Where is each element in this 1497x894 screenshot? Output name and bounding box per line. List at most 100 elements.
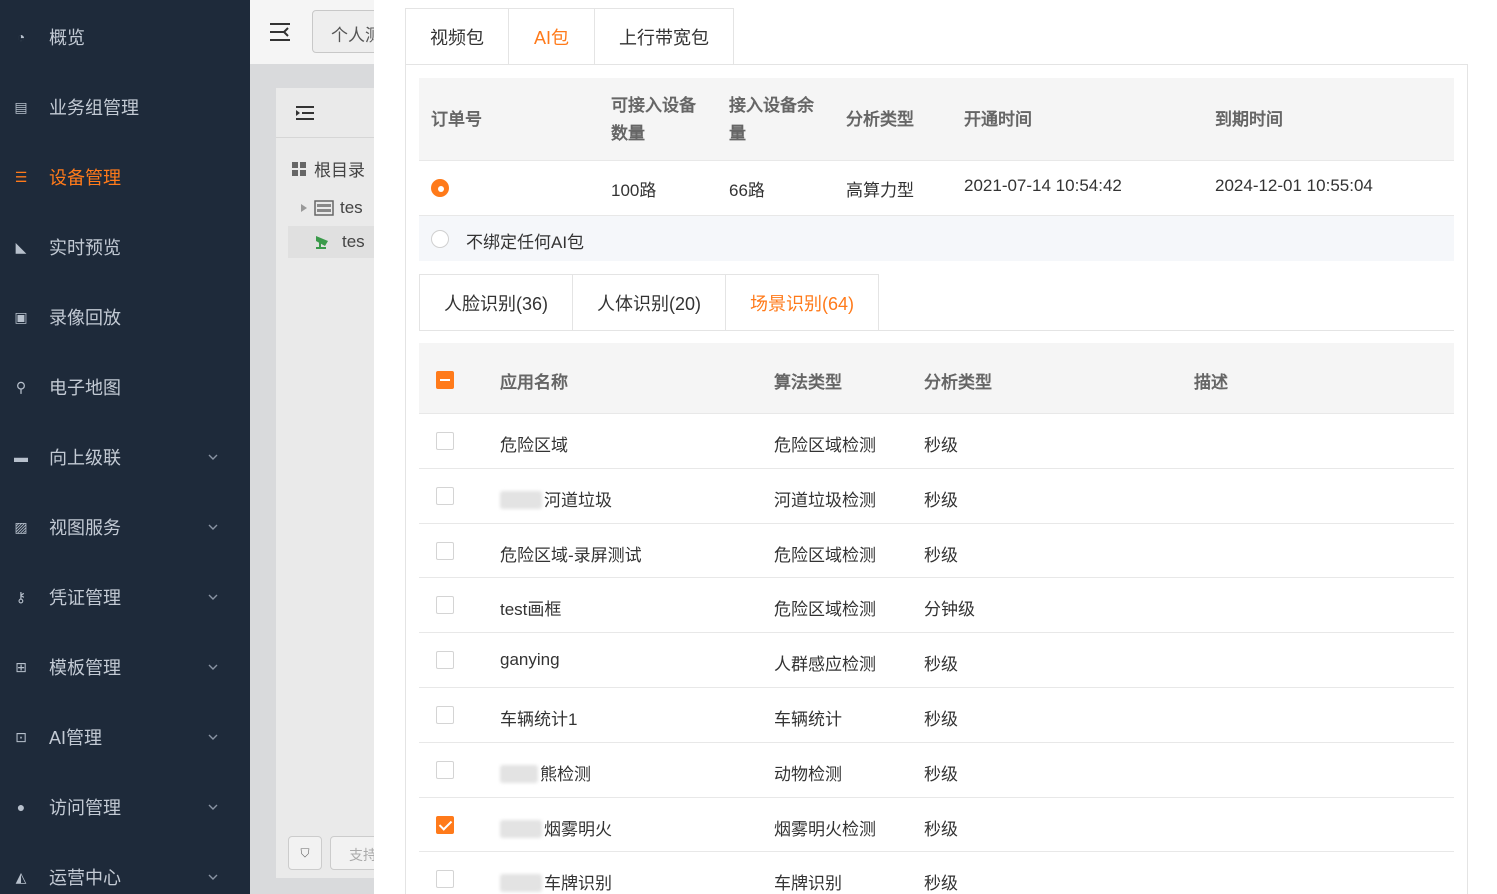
app-name-cell: 烟雾明火: [500, 815, 612, 840]
col-start-time: 开通时间: [964, 110, 1032, 129]
sidebar-item[interactable]: ◭ 运营中心: [0, 842, 250, 894]
table-row[interactable]: 危险区域-录屏测试 危险区域检测 秒级: [419, 524, 1454, 579]
algo-type: 车辆统计: [774, 709, 842, 729]
col-analysis-type: 分析类型: [924, 373, 992, 392]
row-checkbox[interactable]: [436, 815, 454, 834]
key-icon: ⚷: [15, 588, 27, 605]
table-row[interactable]: 烟雾明火 烟雾明火检测 秒级: [419, 798, 1454, 853]
redacted-mask: [500, 490, 542, 509]
apps-table-header: 应用名称 算法类型 分析类型 描述: [419, 343, 1454, 414]
table-row[interactable]: test画框 危险区域检测 分钟级: [419, 578, 1454, 634]
row-checkbox[interactable]: [436, 705, 454, 724]
row-checkbox[interactable]: [436, 432, 454, 450]
sidebar-item[interactable]: ▤ 业务组管理: [0, 72, 250, 142]
sidebar-item[interactable]: ▬ 向上级联: [0, 422, 250, 492]
tab-video-package[interactable]: 视频包: [405, 8, 509, 65]
app-name-cell: 车辆统计1: [500, 705, 577, 730]
row-checkbox[interactable]: [436, 651, 454, 670]
row-checkbox[interactable]: [436, 870, 454, 889]
redacted-mask: [500, 819, 542, 838]
algo-type: 烟雾明火检测: [774, 819, 876, 839]
sidebar-item[interactable]: ◣ 实时预览: [0, 212, 250, 282]
chevron-down-icon[interactable]: [208, 802, 218, 812]
tab-ai-package[interactable]: AI包: [509, 8, 595, 65]
chevron-down-icon[interactable]: [208, 452, 218, 462]
tree-root-label: 根目录: [314, 161, 365, 180]
sidebar-item[interactable]: ☰ 设备管理: [0, 142, 250, 212]
app-name: 危险区域-录屏测试: [500, 545, 642, 565]
collapse-list-icon[interactable]: [296, 105, 314, 121]
tab-face-recognition[interactable]: 人脸识别(36): [419, 274, 573, 331]
picture-icon: ▨: [14, 518, 28, 535]
orders-table: 订单号 可接入设备数量 接入设备余量 分析类型 开通时间 到期时间 100路 6…: [419, 78, 1454, 261]
grid-icon: [292, 161, 306, 176]
chevron-down-icon[interactable]: [208, 662, 218, 672]
chevron-down-icon[interactable]: [208, 732, 218, 742]
sidebar-item[interactable]: ◔ 概览: [0, 2, 250, 72]
tree-root[interactable]: 根目录: [292, 156, 365, 181]
analysis-type: 秒级: [924, 436, 958, 455]
row-checkbox[interactable]: [436, 596, 454, 615]
sidebar-item-label: 凭证管理: [49, 588, 121, 608]
table-row[interactable]: 熊检测 动物检测 秒级: [419, 743, 1454, 798]
col-app-name: 应用名称: [500, 373, 568, 392]
app-name-cell: 危险区域: [500, 431, 568, 456]
filter-button[interactable]: ⛉: [288, 836, 322, 870]
row-checkbox[interactable]: [436, 486, 454, 505]
table-row[interactable]: 100路 66路 高算力型 2021-07-14 10:54:42 2024-1…: [419, 161, 1454, 216]
analysis-type: 秒级: [924, 709, 958, 729]
sidebar-item[interactable]: ⊡ AI管理: [0, 702, 250, 772]
menu-toggle-icon[interactable]: [270, 22, 292, 42]
col-end-time: 到期时间: [1215, 110, 1283, 129]
sidebar-item-label: 访问管理: [49, 798, 121, 818]
redacted-mask: [500, 764, 538, 783]
chevron-down-icon[interactable]: [208, 592, 218, 602]
sidebar-item[interactable]: ⚲ 电子地图: [0, 352, 250, 422]
sidebar-item-label: 视图服务: [49, 518, 121, 538]
sitemap-icon: ▤: [14, 98, 28, 115]
algo-type: 危险区域检测: [774, 545, 876, 565]
sidebar-item[interactable]: ▨ 视图服务: [0, 492, 250, 562]
filter-icon: ⛉: [300, 845, 310, 860]
apps-table: 应用名称 算法类型 分析类型 描述 危险区域 危险区域检测 秒级 河道垃圾 河道垃圾检测…: [419, 343, 1454, 894]
tab-scene-recognition[interactable]: 场景识别(64): [726, 274, 879, 331]
chevron-down-icon[interactable]: [208, 872, 218, 882]
recognition-tabs: 人脸识别(36) 人体识别(20) 场景识别(64): [419, 274, 879, 331]
table-row[interactable]: 车牌识别 车牌识别 秒级: [419, 852, 1454, 894]
col-capacity: 可接入设备数量: [611, 96, 696, 143]
table-row[interactable]: 危险区域 危险区域检测 秒级: [419, 414, 1454, 469]
sidebar-item-label: 概览: [49, 28, 85, 48]
sidebar-item[interactable]: ⚷ 凭证管理: [0, 562, 250, 632]
sidebar-item[interactable]: ⊞ 模板管理: [0, 632, 250, 702]
row-checkbox[interactable]: [436, 760, 454, 779]
tab-upstream-bandwidth[interactable]: 上行带宽包: [595, 8, 734, 65]
caret-right-icon[interactable]: [300, 203, 308, 213]
no-package-option[interactable]: 不绑定任何AI包: [419, 216, 1454, 261]
orders-table-header: 订单号 可接入设备数量 接入设备余量 分析类型 开通时间 到期时间: [419, 78, 1454, 161]
app-name: 熊检测: [540, 764, 591, 784]
chevron-down-icon[interactable]: [208, 522, 218, 532]
map-marker-icon: ⚲: [15, 378, 27, 395]
user-icon: ●: [16, 799, 26, 815]
app-name-cell: 河道垃圾: [500, 486, 612, 511]
order-radio[interactable]: [431, 179, 449, 197]
select-all-checkbox[interactable]: [436, 371, 454, 389]
analysis-type: 秒级: [924, 764, 958, 784]
algo-type: 人群感应检测: [774, 655, 876, 675]
tab-body-recognition[interactable]: 人体识别(20): [573, 274, 726, 331]
app-name: 危险区域: [500, 436, 568, 455]
template-icon: ⊞: [15, 658, 27, 675]
table-row[interactable]: 车辆统计1 车辆统计 秒级: [419, 688, 1454, 743]
table-row[interactable]: ganying 人群感应检测 秒级: [419, 633, 1454, 688]
sidebar-item[interactable]: ▣ 录像回放: [0, 282, 250, 352]
no-package-radio[interactable]: [431, 230, 449, 248]
table-row[interactable]: 河道垃圾 河道垃圾检测 秒级: [419, 469, 1454, 524]
sidebar-item[interactable]: ● 访问管理: [0, 772, 250, 842]
ai-package-drawer: 视频包 AI包 上行带宽包 订单号 可接入设备数量 接入设备余量 分析类型 开通…: [374, 0, 1497, 894]
order-analysis-type: 高算力型: [846, 181, 914, 200]
video-icon: ▣: [14, 308, 28, 325]
row-checkbox[interactable]: [436, 541, 454, 560]
app-name-cell: ganying: [500, 650, 560, 670]
tree-item[interactable]: tes: [300, 198, 363, 218]
app-name-cell: 熊检测: [500, 760, 591, 785]
